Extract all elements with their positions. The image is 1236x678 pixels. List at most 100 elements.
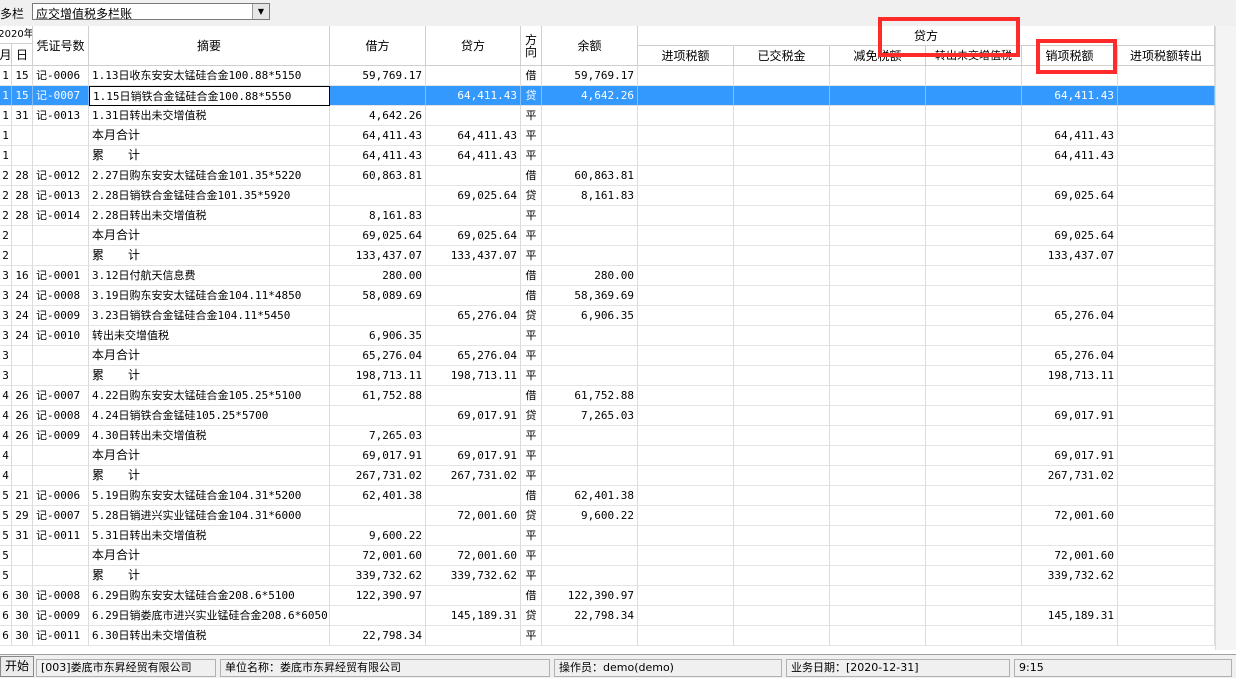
cell-credit[interactable] bbox=[426, 386, 521, 406]
cell-debit[interactable]: 339,732.62 bbox=[330, 566, 426, 586]
cell-input-tax[interactable] bbox=[638, 146, 734, 166]
cell-month[interactable]: 6 bbox=[0, 586, 12, 606]
cell-summary[interactable]: 累 计 bbox=[89, 566, 330, 586]
cell-direction[interactable]: 借 bbox=[521, 266, 542, 286]
cell-output-tax[interactable] bbox=[1022, 526, 1118, 546]
cell-input-tax[interactable] bbox=[638, 66, 734, 86]
cell-month[interactable]: 1 bbox=[0, 86, 12, 106]
table-row[interactable]: 5 31 记-0011 5.31日转出未交增值税 9,600.22 平 bbox=[0, 526, 1215, 546]
cell-debit[interactable]: 122,390.97 bbox=[330, 586, 426, 606]
cell-month[interactable]: 2 bbox=[0, 166, 12, 186]
table-row[interactable]: 3 24 记-0010 转出未交增值税 6,906.35 平 bbox=[0, 326, 1215, 346]
table-row[interactable]: 4累 计 267,731.02 267,731.02 平 267,731.02 bbox=[0, 466, 1215, 486]
cell-voucher[interactable]: 记-0009 bbox=[33, 606, 89, 626]
cell-transfer-out-vat[interactable] bbox=[926, 566, 1022, 586]
cell-input-tax[interactable] bbox=[638, 446, 734, 466]
cell-month[interactable]: 3 bbox=[0, 266, 12, 286]
cell-input-tax[interactable] bbox=[638, 426, 734, 446]
cell-transfer-out-vat[interactable] bbox=[926, 346, 1022, 366]
cell-transfer-out-vat[interactable] bbox=[926, 126, 1022, 146]
cell-debit[interactable]: 280.00 bbox=[330, 266, 426, 286]
cell-credit[interactable] bbox=[426, 106, 521, 126]
cell-input-tax[interactable] bbox=[638, 366, 734, 386]
cell-summary[interactable]: 3.19日购东安安太锰硅合金104.11*4850 bbox=[89, 286, 330, 306]
cell-input-tax[interactable] bbox=[638, 126, 734, 146]
cell-output-tax[interactable] bbox=[1022, 166, 1118, 186]
cell-summary[interactable]: 1.31日转出未交增值税 bbox=[89, 106, 330, 126]
cell-transfer-out-vat[interactable] bbox=[926, 586, 1022, 606]
cell-output-tax[interactable]: 69,017.91 bbox=[1022, 406, 1118, 426]
cell-day[interactable]: 15 bbox=[12, 86, 33, 106]
cell-voucher[interactable] bbox=[33, 346, 89, 366]
cell-tax-relief[interactable] bbox=[830, 66, 926, 86]
cell-credit[interactable]: 64,411.43 bbox=[426, 146, 521, 166]
cell-direction[interactable]: 平 bbox=[521, 626, 542, 646]
cell-input-tax[interactable] bbox=[638, 326, 734, 346]
cell-balance[interactable]: 61,752.88 bbox=[542, 386, 638, 406]
cell-balance[interactable]: 60,863.81 bbox=[542, 166, 638, 186]
cell-day[interactable]: 24 bbox=[12, 306, 33, 326]
cell-direction[interactable]: 贷 bbox=[521, 406, 542, 426]
cell-input-tax[interactable] bbox=[638, 86, 734, 106]
cell-input-tax-transfer[interactable] bbox=[1118, 266, 1215, 286]
cell-tax-relief[interactable] bbox=[830, 166, 926, 186]
cell-input-tax-transfer[interactable] bbox=[1118, 326, 1215, 346]
cell-month[interactable]: 5 bbox=[0, 506, 12, 526]
cell-summary[interactable]: 累 计 bbox=[89, 246, 330, 266]
chevron-down-icon[interactable]: ▼ bbox=[252, 4, 269, 19]
cell-credit[interactable]: 145,189.31 bbox=[426, 606, 521, 626]
cell-input-tax-transfer[interactable] bbox=[1118, 466, 1215, 486]
cell-direction[interactable]: 平 bbox=[521, 466, 542, 486]
cell-day[interactable]: 28 bbox=[12, 206, 33, 226]
cell-summary[interactable]: 1.13日收东安安太锰硅合金100.88*5150 bbox=[89, 66, 330, 86]
cell-direction[interactable]: 平 bbox=[521, 326, 542, 346]
cell-credit[interactable]: 64,411.43 bbox=[426, 86, 521, 106]
cell-direction[interactable]: 平 bbox=[521, 426, 542, 446]
cell-transfer-out-vat[interactable] bbox=[926, 446, 1022, 466]
cell-credit[interactable] bbox=[426, 206, 521, 226]
cell-transfer-out-vat[interactable] bbox=[926, 486, 1022, 506]
cell-summary[interactable]: 转出未交增值税 bbox=[89, 326, 330, 346]
cell-day[interactable] bbox=[12, 366, 33, 386]
cell-input-tax-transfer[interactable] bbox=[1118, 386, 1215, 406]
cell-input-tax-transfer[interactable] bbox=[1118, 606, 1215, 626]
table-row[interactable]: 1 15 记-0006 1.13日收东安安太锰硅合金100.88*5150 59,769… bbox=[0, 66, 1215, 86]
cell-output-tax[interactable]: 69,017.91 bbox=[1022, 446, 1118, 466]
table-row[interactable]: 5 29 记-0007 5.28日销进兴实业锰硅合金104.31*6000 72,001… bbox=[0, 506, 1215, 526]
cell-balance[interactable]: 6,906.35 bbox=[542, 306, 638, 326]
cell-balance[interactable] bbox=[542, 466, 638, 486]
cell-summary[interactable]: 2.27日购东安安太锰硅合金101.35*5220 bbox=[89, 166, 330, 186]
cell-direction[interactable]: 平 bbox=[521, 226, 542, 246]
cell-input-tax[interactable] bbox=[638, 626, 734, 646]
cell-output-tax[interactable]: 64,411.43 bbox=[1022, 146, 1118, 166]
cell-transfer-out-vat[interactable] bbox=[926, 426, 1022, 446]
cell-day[interactable] bbox=[12, 466, 33, 486]
cell-debit[interactable] bbox=[330, 506, 426, 526]
cell-tax-relief[interactable] bbox=[830, 266, 926, 286]
cell-tax-relief[interactable] bbox=[830, 486, 926, 506]
cell-voucher[interactable]: 记-0008 bbox=[33, 406, 89, 426]
cell-summary[interactable]: 5.28日销进兴实业锰硅合金104.31*6000 bbox=[89, 506, 330, 526]
cell-day[interactable] bbox=[12, 446, 33, 466]
cell-direction[interactable]: 借 bbox=[521, 386, 542, 406]
table-row[interactable]: 2 28 记-0014 2.28日转出未交增值税 8,161.83 平 bbox=[0, 206, 1215, 226]
cell-transfer-out-vat[interactable] bbox=[926, 86, 1022, 106]
cell-tax-relief[interactable] bbox=[830, 226, 926, 246]
cell-paid-tax[interactable] bbox=[734, 366, 830, 386]
cell-output-tax[interactable]: 145,189.31 bbox=[1022, 606, 1118, 626]
table-row[interactable]: 1 31 记-0013 1.31日转出未交增值税 4,642.26 平 bbox=[0, 106, 1215, 126]
cell-credit[interactable] bbox=[426, 326, 521, 346]
cell-month[interactable]: 6 bbox=[0, 626, 12, 646]
cell-tax-relief[interactable] bbox=[830, 186, 926, 206]
cell-debit[interactable]: 4,642.26 bbox=[330, 106, 426, 126]
cell-voucher[interactable]: 记-0008 bbox=[33, 586, 89, 606]
cell-balance[interactable] bbox=[542, 246, 638, 266]
cell-day[interactable]: 29 bbox=[12, 506, 33, 526]
cell-output-tax[interactable]: 69,025.64 bbox=[1022, 226, 1118, 246]
cell-tax-relief[interactable] bbox=[830, 246, 926, 266]
cell-input-tax-transfer[interactable] bbox=[1118, 206, 1215, 226]
cell-direction[interactable]: 平 bbox=[521, 546, 542, 566]
cell-credit[interactable]: 69,025.64 bbox=[426, 226, 521, 246]
cell-credit[interactable]: 65,276.04 bbox=[426, 306, 521, 326]
cell-voucher[interactable]: 记-0011 bbox=[33, 526, 89, 546]
